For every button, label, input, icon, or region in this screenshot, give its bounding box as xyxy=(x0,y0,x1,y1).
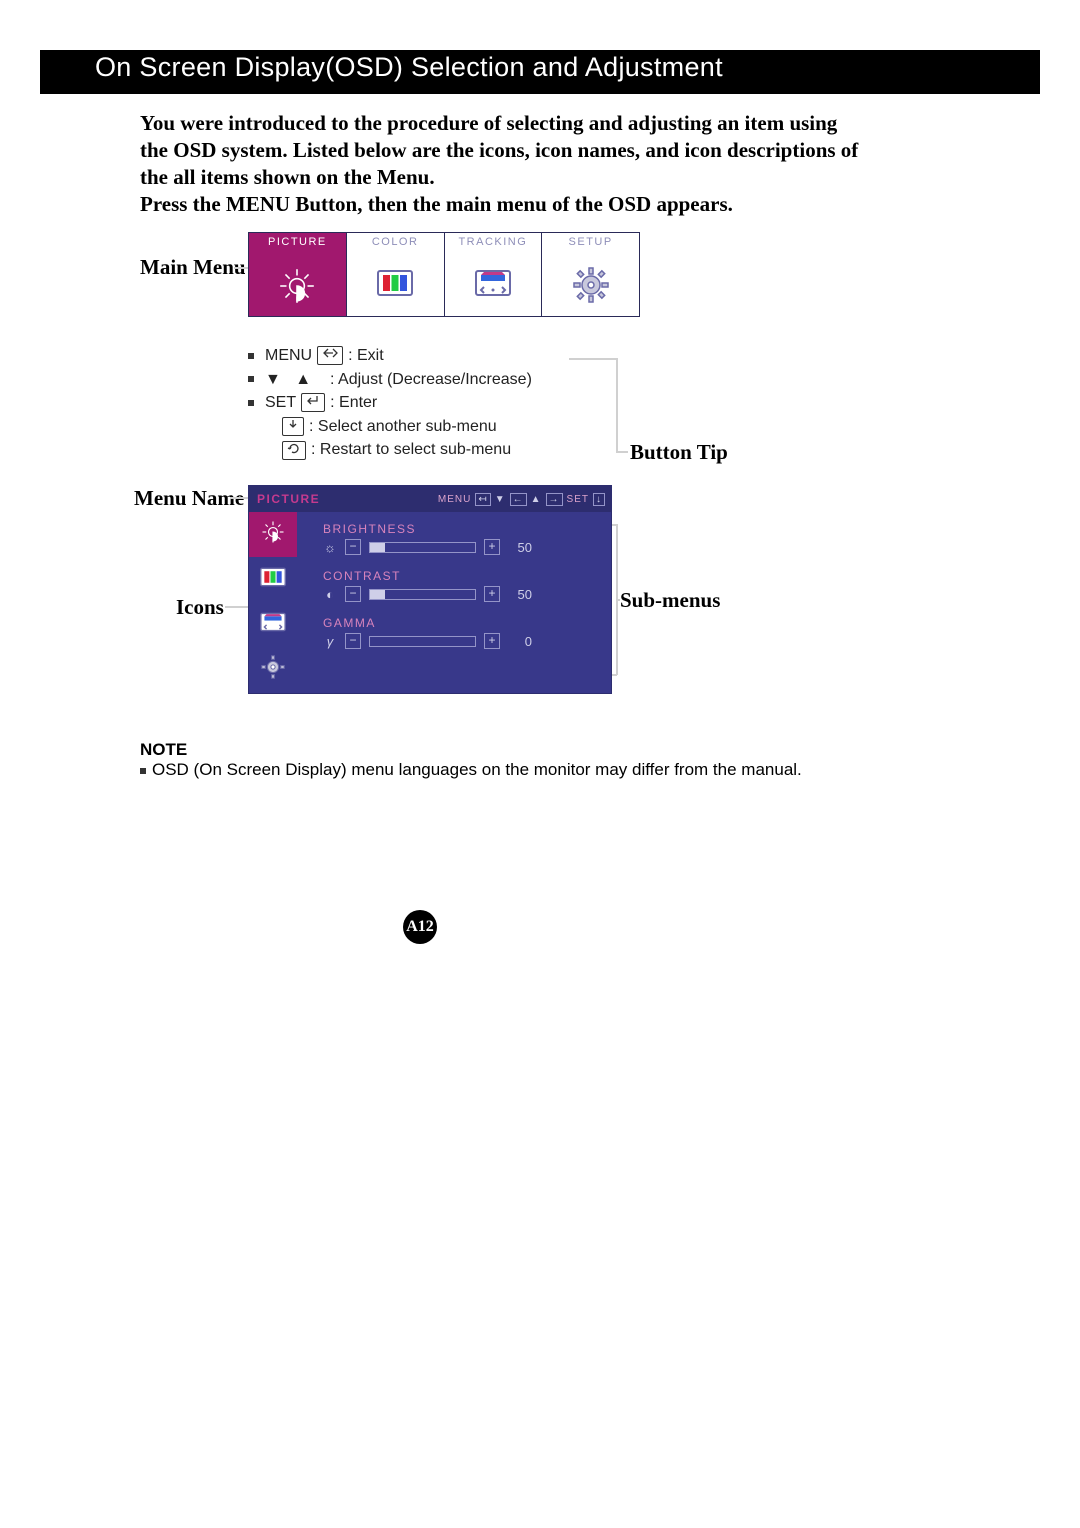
tip-text: : Exit xyxy=(348,345,384,367)
sub-label: CONTRAST xyxy=(323,569,597,583)
down-key-icon: ↓ xyxy=(593,493,605,506)
down-arrow-key-icon xyxy=(282,417,304,436)
note-heading: NOTE xyxy=(140,740,187,760)
sub-label: GAMMA xyxy=(323,616,597,630)
tip-row: SET : Enter xyxy=(248,392,568,414)
manual-page: On Screen Display(OSD) Selection and Adj… xyxy=(0,0,1080,1528)
slider-value: 50 xyxy=(508,587,532,602)
osd-main-menu: PICTURE COLOR TRACKING SETUP xyxy=(248,232,640,317)
slider-row: γ − + 0 xyxy=(323,633,597,649)
down-triangle-icon: ▼ xyxy=(495,494,506,505)
connector xyxy=(569,358,617,360)
osd-icon-column xyxy=(249,512,297,693)
sub-label: BRIGHTNESS xyxy=(323,522,597,536)
osd-sub-area: BRIGHTNESS ☼ − + 50 CONTRAST ◐ − xyxy=(297,512,611,693)
enter-key-icon xyxy=(301,393,325,412)
sub-item-brightness[interactable]: BRIGHTNESS ☼ − + 50 xyxy=(323,522,597,555)
setup-icon xyxy=(571,265,611,305)
tip-row: : Restart to select sub-menu xyxy=(248,439,568,461)
connector xyxy=(616,451,628,453)
connector xyxy=(230,497,248,499)
intro-paragraph: You were introduced to the procedure of … xyxy=(140,110,860,191)
plus-button[interactable]: + xyxy=(484,633,500,649)
page-title: On Screen Display(OSD) Selection and Adj… xyxy=(95,52,723,83)
slider-row: ☼ − + 50 xyxy=(323,539,597,555)
tip-set-label: SET xyxy=(265,392,296,414)
osd-header: PICTURE MENU ↤ ▼ ← ▲ → SET ↓ xyxy=(249,486,611,512)
connector xyxy=(616,599,620,601)
tip-row: ▼ ▲ : Adjust (Decrease/Increase) xyxy=(248,369,568,391)
tab-label: COLOR xyxy=(347,236,444,248)
down-triangle-icon: ▼ xyxy=(265,369,281,391)
osd-legend: MENU ↤ ▼ ← ▲ → SET ↓ xyxy=(438,493,611,506)
slider-value: 0 xyxy=(508,634,532,649)
tab-label: TRACKING xyxy=(445,236,542,248)
left-key-icon: ← xyxy=(510,493,527,506)
slider-value: 50 xyxy=(508,540,532,555)
tab-label: SETUP xyxy=(542,236,639,248)
label-main-menu: Main Menu xyxy=(140,255,246,280)
tip-menu-label: MENU xyxy=(265,345,312,367)
sidebar-item-color[interactable] xyxy=(249,557,297,602)
legend-set-label: SET xyxy=(567,494,589,505)
up-triangle-icon: ▲ xyxy=(295,369,311,391)
tab-tracking[interactable]: TRACKING xyxy=(445,233,543,316)
setup-icon xyxy=(259,653,287,686)
color-icon xyxy=(375,265,415,301)
picture-icon xyxy=(258,517,288,552)
note-text: OSD (On Screen Display) menu languages o… xyxy=(140,760,910,780)
sub-item-gamma[interactable]: GAMMA γ − + 0 xyxy=(323,616,597,649)
exit-key-icon: ↤ xyxy=(475,493,490,506)
tip-row: MENU : Exit xyxy=(248,345,568,367)
plus-button[interactable]: + xyxy=(484,539,500,555)
plus-button[interactable]: + xyxy=(484,586,500,602)
sun-icon: ☼ xyxy=(323,540,337,555)
button-tips-block: MENU : Exit ▼ ▲ : Adjust (Decrease/Incre… xyxy=(248,345,568,463)
right-key-icon: → xyxy=(546,493,563,506)
restart-key-icon xyxy=(282,441,306,460)
tip-row: : Select another sub-menu xyxy=(248,416,568,438)
picture-icon xyxy=(276,265,318,307)
instruction-line: Press the MENU Button, then the main men… xyxy=(140,192,733,217)
tip-text: : Enter xyxy=(330,392,377,414)
gamma-icon: γ xyxy=(323,634,337,649)
tracking-icon xyxy=(258,609,288,640)
minus-button[interactable]: − xyxy=(345,633,361,649)
note-body: OSD (On Screen Display) menu languages o… xyxy=(152,760,802,779)
slider-track[interactable] xyxy=(369,589,476,600)
connector xyxy=(225,606,248,608)
slider-track[interactable] xyxy=(369,542,476,553)
tip-text: : Adjust (Decrease/Increase) xyxy=(330,369,532,391)
tab-label: PICTURE xyxy=(249,236,346,248)
tab-setup[interactable]: SETUP xyxy=(542,233,639,316)
tracking-icon xyxy=(472,265,514,301)
contrast-icon: ◐ xyxy=(323,587,337,602)
minus-button[interactable]: − xyxy=(345,539,361,555)
label-sub-menus: Sub-menus xyxy=(620,588,720,613)
tip-text: : Restart to select sub-menu xyxy=(311,439,511,461)
connector xyxy=(234,267,248,269)
label-icons: Icons xyxy=(176,595,224,620)
page-number-badge: A12 xyxy=(403,910,437,944)
label-button-tip: Button Tip xyxy=(630,440,728,465)
sidebar-item-picture[interactable] xyxy=(249,512,297,557)
sidebar-item-tracking[interactable] xyxy=(249,602,297,647)
up-triangle-icon: ▲ xyxy=(531,494,542,505)
legend-menu-label: MENU xyxy=(438,494,471,505)
slider-track[interactable] xyxy=(369,636,476,647)
color-icon xyxy=(258,564,288,595)
osd-panel: PICTURE MENU ↤ ▼ ← ▲ → SET ↓ xyxy=(248,485,612,694)
osd-body: BRIGHTNESS ☼ − + 50 CONTRAST ◐ − xyxy=(249,512,611,693)
tab-color[interactable]: COLOR xyxy=(347,233,445,316)
sub-item-contrast[interactable]: CONTRAST ◐ − + 50 xyxy=(323,569,597,602)
minus-button[interactable]: − xyxy=(345,586,361,602)
connector xyxy=(616,358,618,451)
sidebar-item-setup[interactable] xyxy=(249,647,297,692)
tab-picture[interactable]: PICTURE xyxy=(249,233,347,316)
label-menu-name: Menu Name xyxy=(134,486,244,511)
slider-row: ◐ − + 50 xyxy=(323,586,597,602)
tip-text: : Select another sub-menu xyxy=(309,416,497,438)
exit-key-icon xyxy=(317,346,343,365)
osd-title: PICTURE xyxy=(257,492,320,506)
